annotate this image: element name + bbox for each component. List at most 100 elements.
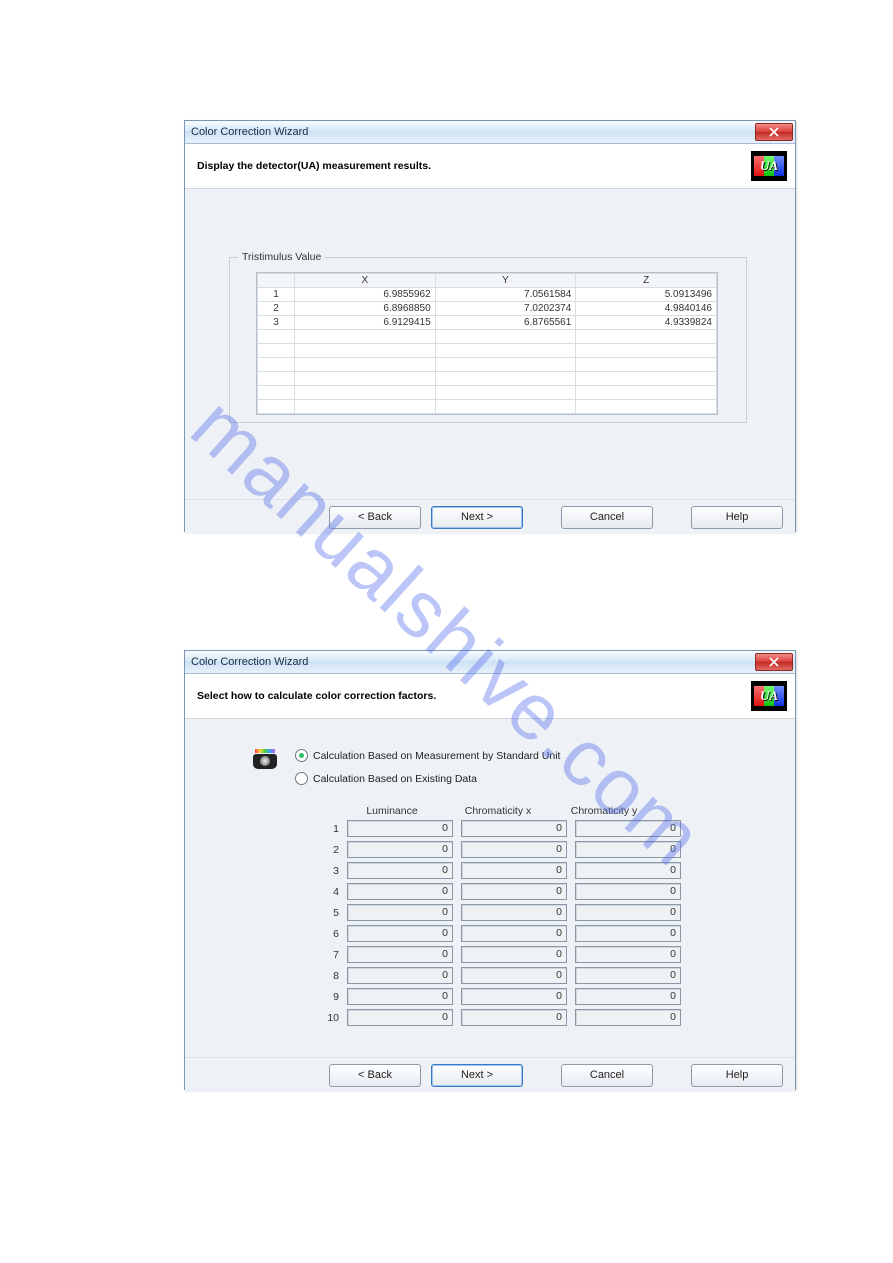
wizard-header: Display the detector(UA) measurement res… <box>185 144 795 189</box>
radio-icon <box>295 772 308 785</box>
data-row: 3000 <box>311 862 689 879</box>
chrom-x-field[interactable]: 0 <box>461 988 567 1005</box>
cancel-button[interactable]: Cancel <box>561 1064 653 1087</box>
titlebar[interactable]: Color Correction Wizard <box>185 651 795 674</box>
wizard-header-text: Select how to calculate color correction… <box>197 690 751 702</box>
radio-label: Calculation Based on Existing Data <box>313 773 477 785</box>
ua-logo-icon: UA <box>751 681 787 711</box>
radio-icon <box>295 749 308 762</box>
row-index: 1 <box>258 288 295 302</box>
col-x: X <box>295 274 436 288</box>
radio-existing-data[interactable]: Calculation Based on Existing Data <box>295 772 560 785</box>
row-index: 6 <box>311 928 347 940</box>
radio-label: Calculation Based on Measurement by Stan… <box>313 750 560 762</box>
chrom-y-field[interactable]: 0 <box>575 883 681 900</box>
data-row: 1000 <box>311 820 689 837</box>
luminance-field[interactable]: 0 <box>347 967 453 984</box>
window-title: Color Correction Wizard <box>191 126 755 138</box>
col-chrom-x: Chromaticity x <box>445 805 551 817</box>
ua-logo-icon: UA <box>751 151 787 181</box>
luminance-field[interactable]: 0 <box>347 841 453 858</box>
chrom-y-field[interactable]: 0 <box>575 1009 681 1026</box>
titlebar[interactable]: Color Correction Wizard <box>185 121 795 144</box>
cell-y: 7.0561584 <box>435 288 576 302</box>
data-row: 6000 <box>311 925 689 942</box>
chrom-x-field[interactable]: 0 <box>461 1009 567 1026</box>
chrom-y-field[interactable]: 0 <box>575 841 681 858</box>
close-button[interactable] <box>755 123 793 141</box>
luminance-field[interactable]: 0 <box>347 946 453 963</box>
chrom-x-field[interactable]: 0 <box>461 904 567 921</box>
row-index: 3 <box>258 316 295 330</box>
col-luminance: Luminance <box>339 805 445 817</box>
luminance-field[interactable]: 0 <box>347 904 453 921</box>
chrom-x-field[interactable]: 0 <box>461 967 567 984</box>
luminance-field[interactable]: 0 <box>347 1009 453 1026</box>
row-index: 8 <box>311 970 347 982</box>
existing-data-grid: Luminance Chromaticity x Chromaticity y … <box>311 805 689 1030</box>
close-icon <box>769 127 779 137</box>
window-title: Color Correction Wizard <box>191 656 755 668</box>
data-row: 7000 <box>311 946 689 963</box>
row-index: 4 <box>311 886 347 898</box>
cell-y: 6.8765561 <box>435 316 576 330</box>
chrom-x-field[interactable]: 0 <box>461 841 567 858</box>
data-row: 4000 <box>311 883 689 900</box>
chrom-x-field[interactable]: 0 <box>461 946 567 963</box>
cell-z: 4.9339824 <box>576 316 717 330</box>
luminance-field[interactable]: 0 <box>347 883 453 900</box>
back-button[interactable]: < Back <box>329 1064 421 1087</box>
row-index: 10 <box>311 1012 347 1024</box>
groupbox-title: Tristimulus Value <box>238 251 325 263</box>
cell-x: 6.9129415 <box>295 316 436 330</box>
chrom-x-field[interactable]: 0 <box>461 925 567 942</box>
wizard-button-row: < Back Next > Cancel Help <box>185 1057 795 1092</box>
data-row: 2000 <box>311 841 689 858</box>
wizard-dialog-calc-method: Color Correction Wizard Select how to ca… <box>184 650 796 1090</box>
chrom-y-field[interactable]: 0 <box>575 862 681 879</box>
close-icon <box>769 657 779 667</box>
chrom-y-field[interactable]: 0 <box>575 820 681 837</box>
chrom-y-field[interactable]: 0 <box>575 967 681 984</box>
wizard-header: Select how to calculate color correction… <box>185 674 795 719</box>
col-blank <box>258 274 295 288</box>
close-button[interactable] <box>755 653 793 671</box>
cancel-button[interactable]: Cancel <box>561 506 653 529</box>
chrom-x-field[interactable]: 0 <box>461 883 567 900</box>
row-index: 3 <box>311 865 347 877</box>
tristimulus-groupbox: Tristimulus Value X Y Z 1 6.9855962 7.05… <box>229 257 747 423</box>
cell-z: 4.9840146 <box>576 302 717 316</box>
data-row: 8000 <box>311 967 689 984</box>
camera-icon <box>253 749 277 771</box>
row-index: 1 <box>311 823 347 835</box>
cell-z: 5.0913496 <box>576 288 717 302</box>
col-chrom-y: Chromaticity y <box>551 805 657 817</box>
luminance-field[interactable]: 0 <box>347 862 453 879</box>
chrom-x-field[interactable]: 0 <box>461 862 567 879</box>
cell-x: 6.8968850 <box>295 302 436 316</box>
chrom-y-field[interactable]: 0 <box>575 904 681 921</box>
chrom-x-field[interactable]: 0 <box>461 820 567 837</box>
luminance-field[interactable]: 0 <box>347 820 453 837</box>
cell-x: 6.9855962 <box>295 288 436 302</box>
help-button[interactable]: Help <box>691 506 783 529</box>
next-button[interactable]: Next > <box>431 506 523 529</box>
chrom-y-field[interactable]: 0 <box>575 988 681 1005</box>
grid-row: 2 6.8968850 7.0202374 4.9840146 <box>258 302 717 316</box>
row-index: 7 <box>311 949 347 961</box>
luminance-field[interactable]: 0 <box>347 925 453 942</box>
tristimulus-grid[interactable]: X Y Z 1 6.9855962 7.0561584 5.0913496 2 <box>256 272 718 415</box>
chrom-y-field[interactable]: 0 <box>575 946 681 963</box>
help-button[interactable]: Help <box>691 1064 783 1087</box>
row-index: 2 <box>311 844 347 856</box>
row-index: 9 <box>311 991 347 1003</box>
luminance-field[interactable]: 0 <box>347 988 453 1005</box>
next-button[interactable]: Next > <box>431 1064 523 1087</box>
chrom-y-field[interactable]: 0 <box>575 925 681 942</box>
back-button[interactable]: < Back <box>329 506 421 529</box>
col-y: Y <box>435 274 576 288</box>
data-row: 5000 <box>311 904 689 921</box>
grid-row: 1 6.9855962 7.0561584 5.0913496 <box>258 288 717 302</box>
radio-standard-unit[interactable]: Calculation Based on Measurement by Stan… <box>295 749 560 762</box>
cell-y: 7.0202374 <box>435 302 576 316</box>
